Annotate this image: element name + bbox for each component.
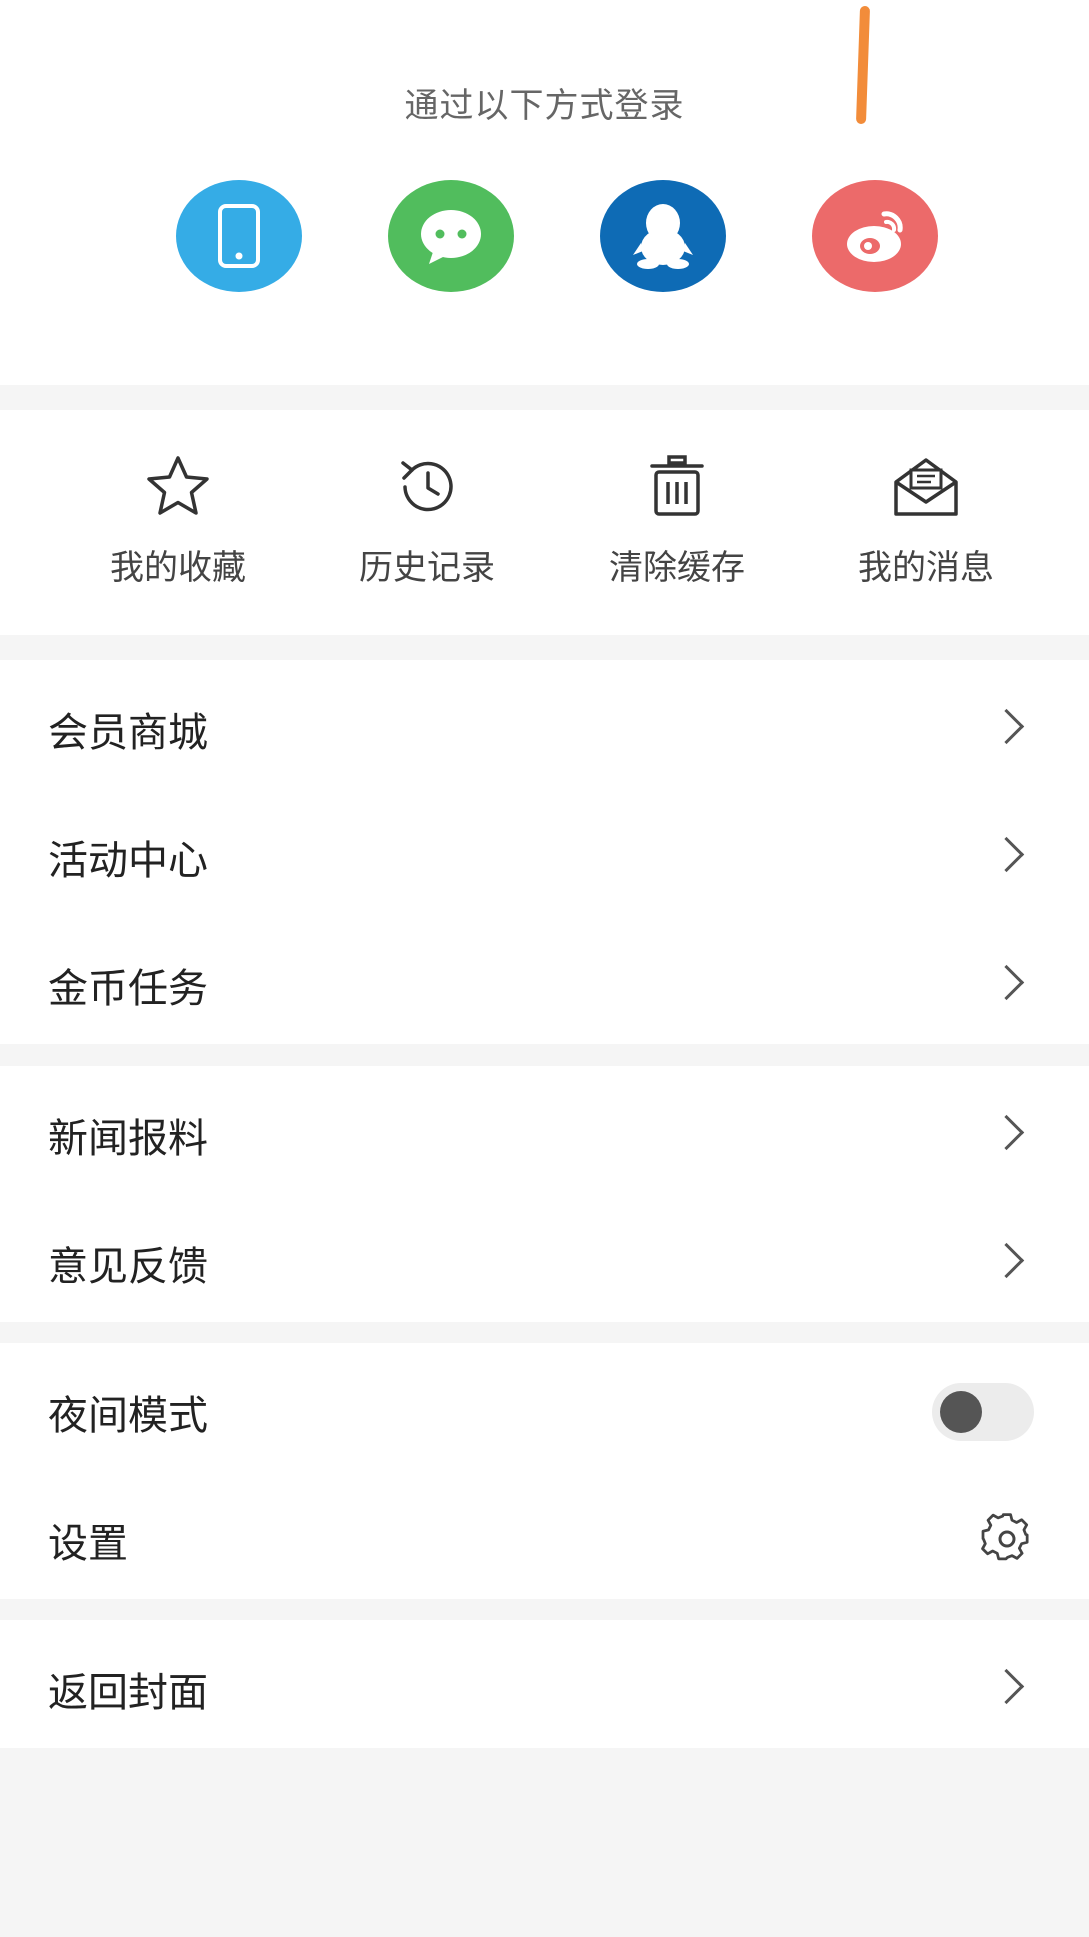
qq-icon: [633, 204, 693, 269]
night-mode-toggle[interactable]: [932, 1383, 1034, 1441]
trash-icon: [650, 455, 704, 516]
quick-item-label: 清除缓存: [609, 548, 745, 588]
login-methods: [0, 180, 1089, 300]
quick-item-label: 历史记录: [359, 548, 495, 588]
menu-group-4: 返回封面: [0, 1620, 1089, 1748]
page: 通过以下方式登录 我的收藏 历史记录 清除缓存 我的消息 会员商城 活动中心 金…: [0, 0, 1089, 1937]
menu-item-label: 新闻报料: [48, 1116, 208, 1162]
menu-item-label: 夜间模式: [48, 1393, 208, 1439]
quick-item-label: 我的收藏: [110, 548, 246, 588]
menu-item-label: 金币任务: [48, 966, 208, 1012]
menu-item-night-mode: 夜间模式: [0, 1343, 1089, 1471]
chevron-right-icon: [988, 836, 1025, 873]
menu-group-3: 夜间模式 设置: [0, 1343, 1089, 1599]
quick-item-history[interactable]: 历史记录: [327, 410, 527, 635]
phone-login-button[interactable]: [176, 180, 302, 292]
chevron-right-icon: [988, 708, 1025, 745]
weibo-icon: [847, 211, 903, 262]
quick-item-clear-cache[interactable]: 清除缓存: [577, 410, 777, 635]
qq-login-button[interactable]: [600, 180, 726, 292]
menu-item-label: 返回封面: [48, 1670, 208, 1716]
menu-item-settings[interactable]: 设置: [0, 1471, 1089, 1599]
chevron-right-icon: [988, 1668, 1025, 1705]
menu-group-2: 新闻报料 意见反馈: [0, 1066, 1089, 1322]
toggle-knob: [940, 1391, 982, 1433]
quick-item-favorites[interactable]: 我的收藏: [78, 410, 278, 635]
login-title: 通过以下方式登录: [404, 86, 685, 126]
chevron-right-icon: [988, 1114, 1025, 1151]
menu-item-label: 意见反馈: [48, 1244, 208, 1290]
quick-item-messages[interactable]: 我的消息: [826, 410, 1026, 635]
quick-item-label: 我的消息: [858, 548, 994, 588]
menu-item-label: 设置: [48, 1521, 128, 1567]
menu-item-activity-center[interactable]: 活动中心: [0, 788, 1089, 916]
chevron-right-icon: [988, 964, 1025, 1001]
menu-group-1: 会员商城 活动中心 金币任务: [0, 660, 1089, 1044]
menu-item-news-tip[interactable]: 新闻报料: [0, 1066, 1089, 1194]
history-icon: [401, 461, 453, 512]
phone-icon: [218, 204, 260, 268]
menu-item-member-mall[interactable]: 会员商城: [0, 660, 1089, 788]
login-section: 通过以下方式登录: [0, 0, 1089, 385]
menu-item-label: 会员商城: [48, 710, 208, 756]
mail-icon: [894, 458, 958, 516]
quick-actions: 我的收藏 历史记录 清除缓存 我的消息: [0, 410, 1089, 635]
chevron-right-icon: [988, 1242, 1025, 1279]
star-icon: [147, 456, 209, 515]
menu-item-coin-tasks[interactable]: 金币任务: [0, 916, 1089, 1044]
wechat-icon: [421, 210, 481, 264]
wechat-login-button[interactable]: [388, 180, 514, 292]
menu-item-label: 活动中心: [48, 838, 208, 884]
menu-item-back-to-cover[interactable]: 返回封面: [0, 1620, 1089, 1748]
gear-icon: [981, 1513, 1029, 1561]
weibo-login-button[interactable]: [812, 180, 938, 292]
menu-item-feedback[interactable]: 意见反馈: [0, 1194, 1089, 1322]
